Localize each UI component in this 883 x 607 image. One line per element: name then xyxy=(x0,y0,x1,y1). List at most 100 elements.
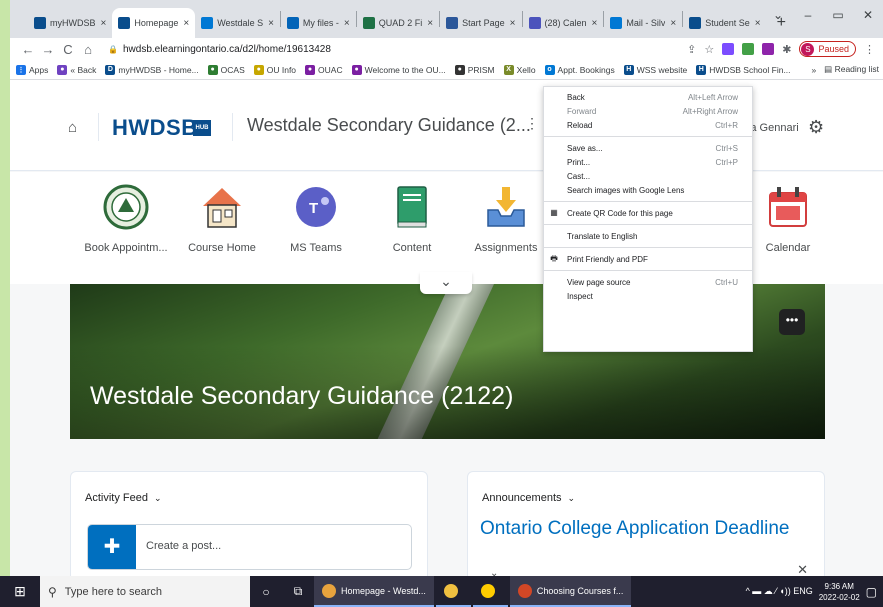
profile-button[interactable]: S Paused xyxy=(799,41,856,57)
bookmark-item[interactable]: X Xello xyxy=(503,64,536,75)
add-post-icon[interactable]: ✚ xyxy=(88,525,136,569)
bookmark-item[interactable]: H WSS website xyxy=(623,64,687,75)
browser-tab[interactable]: QUAD 2 Fi × xyxy=(357,8,439,38)
browser-tab[interactable]: My files - × xyxy=(281,8,356,38)
bookmark-item[interactable]: ● PRISM xyxy=(454,64,495,75)
taskbar-search-box[interactable]: ⚲ Type here to search xyxy=(40,576,250,607)
cortana-icon[interactable]: ○ xyxy=(250,576,282,607)
expand-navbar-button[interactable]: ⌄ xyxy=(420,272,472,294)
close-tab-icon[interactable]: × xyxy=(592,18,598,29)
bookmark-item[interactable]: DmyHWDSB - Home... xyxy=(105,64,199,75)
close-window-button[interactable]: ✕ xyxy=(853,8,883,22)
context-menu-item[interactable]: Cast... xyxy=(544,169,752,183)
avatar: S xyxy=(801,42,815,56)
menu-item-label: Cast... xyxy=(567,171,591,181)
close-tab-icon[interactable]: × xyxy=(755,18,761,29)
star-icon[interactable]: ☆ xyxy=(704,43,714,56)
taskbar-app[interactable]: Choosing Courses f... xyxy=(509,576,632,607)
close-icon[interactable]: ✕ xyxy=(797,562,808,576)
create-post-placeholder: Create a post... xyxy=(146,540,222,552)
puzzle-icon[interactable]: ✱ xyxy=(782,43,791,56)
close-tab-icon[interactable]: × xyxy=(268,18,274,29)
forward-button[interactable]: → xyxy=(38,42,58,57)
gear-icon[interactable]: ⚙ xyxy=(808,117,824,138)
hwdsb-logo[interactable]: HWDSB xyxy=(112,115,198,141)
bookmark-item[interactable]: ● « Back xyxy=(57,64,96,75)
chevron-down-icon[interactable]: ⌄ xyxy=(568,493,576,503)
bookmark-item[interactable]: ● OU Info xyxy=(253,64,296,75)
close-tab-icon[interactable]: × xyxy=(510,18,516,29)
course-title[interactable]: Westdale Secondary Guidance (2... xyxy=(247,115,531,136)
navbar-item-content[interactable]: Content xyxy=(364,184,460,254)
close-tab-icon[interactable]: × xyxy=(670,18,676,29)
context-menu-item[interactable]: View page source Ctrl+U xyxy=(544,275,752,289)
clock[interactable]: 9:36 AM 2022-02-02 xyxy=(819,581,860,603)
chevron-down-icon[interactable]: ⌄ xyxy=(154,493,162,503)
minimize-button[interactable]: – xyxy=(793,8,823,22)
close-tab-icon[interactable]: × xyxy=(427,18,433,29)
bookmark-item[interactable]: o Appt. Bookings xyxy=(544,64,615,75)
context-menu-item[interactable]: 🖶 Print Friendly and PDF xyxy=(544,252,752,266)
windows-start-icon[interactable]: ⊞ xyxy=(0,583,40,600)
banner-options-button[interactable]: ••• xyxy=(779,309,805,335)
browser-tab[interactable]: Homepage × xyxy=(112,8,196,38)
menu-item-label: Translate to English xyxy=(567,231,638,241)
home-icon[interactable]: ⌂ xyxy=(68,119,77,136)
menu-icon[interactable]: ⋮ xyxy=(864,43,875,56)
browser-tab[interactable]: Student Se × xyxy=(683,8,766,38)
browser-tab[interactable]: Mail - Silv × xyxy=(604,8,682,38)
bookmark-icon: H xyxy=(696,64,707,75)
home-button[interactable]: ⌂ xyxy=(78,42,98,57)
browser-tab[interactable]: Start Page × xyxy=(440,8,521,38)
expand-announcement-icon[interactable]: ⌄ xyxy=(490,568,498,576)
context-menu-item[interactable]: Save as... Ctrl+S xyxy=(544,141,752,155)
teams-icon: T xyxy=(293,184,339,230)
reading-list-button[interactable]: ▤ Reading list xyxy=(824,64,879,75)
browser-tab[interactable]: myHWDSB × xyxy=(28,8,112,38)
context-menu-item[interactable]: ▦ Create QR Code for this page xyxy=(544,206,752,220)
context-menu-item[interactable]: Inspect xyxy=(544,289,752,303)
tray-icons[interactable]: ^ ▬ ☁ ⁄ ◖)) ENG xyxy=(746,586,813,597)
close-tab-icon[interactable]: × xyxy=(101,18,107,29)
tab-search-icon[interactable]: ⌄ xyxy=(763,8,793,22)
address-bar[interactable]: 🔒 hwdsb.elearningontario.ca/d2l/home/196… xyxy=(104,40,624,58)
navbar-item-assignments[interactable]: Assignments xyxy=(458,184,554,254)
create-post-box[interactable]: ✚ Create a post... xyxy=(87,524,412,570)
navbar-item-book-appointm[interactable]: Book Appointm... xyxy=(78,184,174,254)
bookmark-item[interactable]: ⋮ Apps xyxy=(16,64,48,75)
browser-tab[interactable]: (28) Calen × xyxy=(523,8,604,38)
navbar-item-label: Content xyxy=(392,242,432,254)
reload-button[interactable]: C xyxy=(58,42,78,57)
announcement-title-link[interactable]: Ontario College Application Deadline xyxy=(480,518,789,540)
share-icon[interactable]: ⇪ xyxy=(687,43,696,56)
bookmark-item[interactable]: H HWDSB School Fin... xyxy=(696,64,791,75)
navbar-item-course-home[interactable]: Course Home xyxy=(174,184,270,254)
context-menu-item[interactable]: Translate to English xyxy=(544,229,752,243)
context-menu-item[interactable]: Back Alt+Left Arrow xyxy=(544,90,752,104)
taskbar-app[interactable]: Homepage - Westd... xyxy=(314,576,434,607)
extension-icon[interactable] xyxy=(742,43,755,55)
bookmark-item[interactable]: ● Welcome to the OU... xyxy=(351,64,446,75)
context-menu-item[interactable]: Reload Ctrl+R xyxy=(544,118,752,132)
extension-icon[interactable] xyxy=(762,43,775,55)
navbar-item-calendar[interactable]: Calendar xyxy=(740,184,836,254)
context-menu-item[interactable]: Print... Ctrl+P xyxy=(544,155,752,169)
extension-icon[interactable] xyxy=(722,43,735,55)
bookmarks-overflow-button[interactable]: » xyxy=(811,65,816,75)
maximize-button[interactable]: ▭ xyxy=(823,8,853,22)
widget-heading[interactable]: Announcements ⌄ xyxy=(482,492,575,504)
close-tab-icon[interactable]: × xyxy=(344,18,350,29)
taskbar-app[interactable] xyxy=(435,576,471,607)
widget-heading[interactable]: Activity Feed ⌄ xyxy=(85,492,162,504)
navbar-item-ms-teams[interactable]: T MS Teams xyxy=(268,184,364,254)
close-tab-icon[interactable]: × xyxy=(183,18,189,29)
task-view-icon[interactable]: ⧉ xyxy=(282,576,314,607)
bookmark-item[interactable]: ● OCAS xyxy=(207,64,245,75)
taskbar-app[interactable] xyxy=(472,576,508,607)
notification-icon[interactable]: ▢ xyxy=(866,585,877,599)
context-menu-item[interactable]: Search images with Google Lens xyxy=(544,183,752,197)
back-button[interactable]: ← xyxy=(18,42,38,57)
context-menu-item[interactable]: Forward Alt+Right Arrow xyxy=(544,104,752,118)
browser-tab[interactable]: Westdale S × xyxy=(195,8,280,38)
bookmark-item[interactable]: ● OUAC xyxy=(305,64,343,75)
